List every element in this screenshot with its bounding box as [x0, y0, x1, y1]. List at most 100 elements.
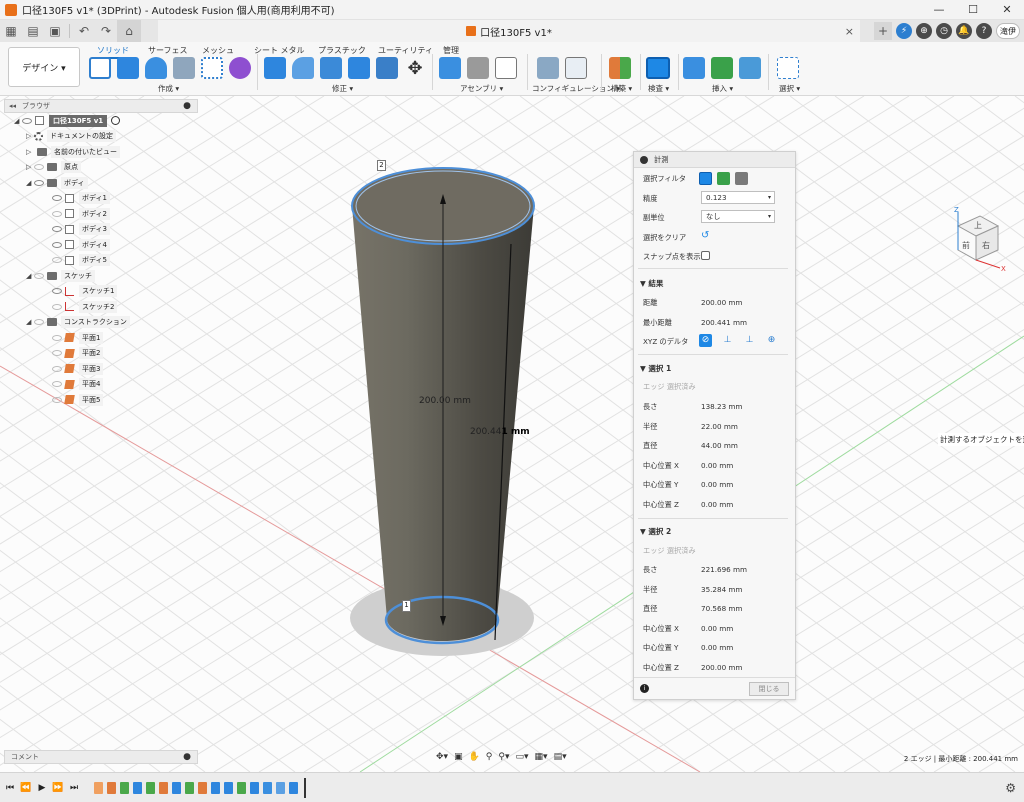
tree-item-sketch2[interactable]: スケッチ2 — [4, 299, 198, 315]
tree-item-plane4[interactable]: 平面4 — [4, 377, 198, 393]
save-icon[interactable]: ▣ — [44, 20, 66, 42]
notifications-icon[interactable]: 🔔 — [956, 23, 972, 39]
go-to-end-icon[interactable]: ⏭ — [66, 783, 82, 793]
configuration-menu[interactable]: コンフィギュレーション ▾ — [532, 83, 620, 94]
offset-face-icon[interactable] — [376, 57, 398, 79]
undo-icon[interactable]: ↶ — [73, 20, 95, 42]
visibility-eye-icon[interactable] — [22, 117, 32, 124]
timeline-feature-icon[interactable] — [107, 781, 116, 794]
selection2-section-header[interactable]: ▼ 選択 2 — [640, 526, 671, 537]
insert-mesh-icon[interactable] — [711, 57, 733, 79]
tree-item-sketch1[interactable]: スケッチ1 — [4, 284, 198, 300]
selection1-section-header[interactable]: ▼ 選択 1 — [640, 363, 671, 374]
tab-mesh[interactable]: メッシュ — [202, 45, 234, 56]
user-avatar[interactable]: 滝伊 — [996, 23, 1020, 39]
measure-icon[interactable] — [646, 57, 670, 79]
snap-checkbox[interactable] — [701, 251, 710, 260]
pan-icon[interactable]: ✋ — [469, 752, 480, 762]
visibility-eye-icon[interactable] — [34, 319, 44, 326]
form-icon[interactable] — [229, 57, 251, 79]
orbit-icon[interactable]: ✥▾ — [436, 752, 448, 762]
viewports-icon[interactable]: ▤▾ — [554, 752, 567, 762]
assemble-menu[interactable]: アセンブリ ▾ — [460, 83, 503, 94]
maximize-button[interactable]: ☐ — [956, 3, 990, 16]
visibility-eye-icon[interactable] — [52, 303, 62, 310]
hole-icon[interactable] — [173, 57, 195, 79]
expand-icon[interactable]: ▷ — [26, 163, 34, 171]
expand-icon[interactable]: ▷ — [26, 132, 34, 140]
timeline-feature-icon[interactable] — [159, 781, 168, 794]
construct-plane-icon[interactable] — [609, 57, 631, 79]
timeline-feature-icon[interactable] — [185, 781, 194, 794]
timeline-marker[interactable] — [304, 777, 306, 798]
pattern-icon[interactable] — [201, 57, 223, 79]
assembly-table-icon[interactable] — [495, 57, 517, 79]
browser-header[interactable]: ◂◂ ブラウザ ● — [4, 99, 198, 113]
tree-item-origin[interactable]: ▷ 原点 — [4, 160, 198, 176]
fillet-icon[interactable] — [292, 57, 314, 79]
results-section-header[interactable]: ▼ 結果 — [640, 278, 663, 289]
minimize-button[interactable]: — — [922, 3, 956, 16]
tree-item-plane2[interactable]: 平面2 — [4, 346, 198, 362]
file-menu-icon[interactable]: ▤ — [22, 20, 44, 42]
visibility-eye-icon[interactable] — [52, 257, 62, 264]
step-forward-icon[interactable]: ⏩ — [50, 783, 66, 793]
visibility-eye-icon[interactable] — [34, 179, 44, 186]
timeline-feature-icon[interactable] — [146, 781, 155, 794]
configuration-icon[interactable] — [537, 57, 559, 79]
extensions-icon[interactable]: ⚡ — [896, 23, 912, 39]
visibility-eye-icon[interactable] — [52, 381, 62, 388]
insert-image-icon[interactable] — [739, 57, 761, 79]
new-component-icon[interactable] — [439, 57, 461, 79]
close-tab-icon[interactable]: × — [845, 25, 854, 38]
help-icon[interactable]: ? — [976, 23, 992, 39]
timeline-feature-icon[interactable] — [237, 781, 246, 794]
visibility-eye-icon[interactable] — [52, 350, 62, 357]
measure-dialog-close-icon[interactable] — [640, 155, 648, 164]
timeline-feature-icon[interactable] — [263, 781, 272, 794]
timeline-feature-icon[interactable] — [198, 781, 207, 794]
tree-item-document-settings[interactable]: ▷ ドキュメントの設定 — [4, 129, 198, 145]
modify-menu[interactable]: 修正 ▾ — [332, 83, 353, 94]
tab-sheet-metal[interactable]: シート メタル — [254, 45, 305, 56]
timeline-feature-icon[interactable] — [289, 781, 298, 794]
tree-item-plane5[interactable]: 平面5 — [4, 392, 198, 408]
tree-item-plane3[interactable]: 平面3 — [4, 361, 198, 377]
visibility-eye-icon[interactable] — [34, 272, 44, 279]
browser-pin-icon[interactable]: ● — [183, 101, 191, 111]
expand-icon[interactable]: ◢ — [26, 318, 34, 326]
filter-face-icon[interactable] — [699, 172, 712, 185]
visibility-eye-icon[interactable] — [52, 210, 62, 217]
visibility-eye-icon[interactable] — [52, 365, 62, 372]
grid-settings-icon[interactable]: ▦▾ — [535, 752, 548, 762]
view-cube[interactable]: 上 前 右 Z X — [940, 204, 1010, 274]
timeline-feature-icon[interactable] — [120, 781, 129, 794]
play-icon[interactable]: ▶ — [34, 783, 50, 793]
tree-item-construction[interactable]: ◢ コンストラクション — [4, 315, 198, 331]
tree-item-bodies[interactable]: ◢ ボディ — [4, 175, 198, 191]
new-tab-icon[interactable]: + — [874, 22, 892, 40]
timeline-settings-gear-icon[interactable]: ⚙ — [1005, 781, 1016, 795]
collapse-browser-icon[interactable]: ◂◂ — [9, 102, 16, 110]
expand-icon[interactable]: ◢ — [14, 117, 22, 125]
tree-item-named-views[interactable]: ▷ 名前の付いたビュー — [4, 144, 198, 160]
workspace-switcher-button[interactable]: デザイン ▾ — [8, 47, 80, 87]
tree-item-body1[interactable]: ボディ1 — [4, 191, 198, 207]
press-pull-icon[interactable] — [264, 57, 286, 79]
tree-item-sketches[interactable]: ◢ スケッチ — [4, 268, 198, 284]
xyz-component-icon[interactable]: ⊥ — [743, 334, 756, 347]
timeline-feature-icon[interactable] — [250, 781, 259, 794]
activate-radio-icon[interactable] — [111, 116, 121, 126]
visibility-eye-icon[interactable] — [52, 241, 62, 248]
tree-item-body4[interactable]: ボディ4 — [4, 237, 198, 253]
tree-item-plane1[interactable]: 平面1 — [4, 330, 198, 346]
select-icon[interactable] — [777, 57, 799, 79]
create-sketch-icon[interactable] — [89, 57, 111, 79]
timeline-feature-icon[interactable] — [211, 781, 220, 794]
insert-menu[interactable]: 挿入 ▾ — [712, 83, 733, 94]
visibility-eye-icon[interactable] — [52, 226, 62, 233]
joint-icon[interactable] — [467, 57, 489, 79]
app-grid-icon[interactable]: ▦ — [0, 20, 22, 42]
inspect-menu[interactable]: 検査 ▾ — [648, 83, 669, 94]
tab-utility[interactable]: ユーティリティ — [378, 45, 433, 56]
